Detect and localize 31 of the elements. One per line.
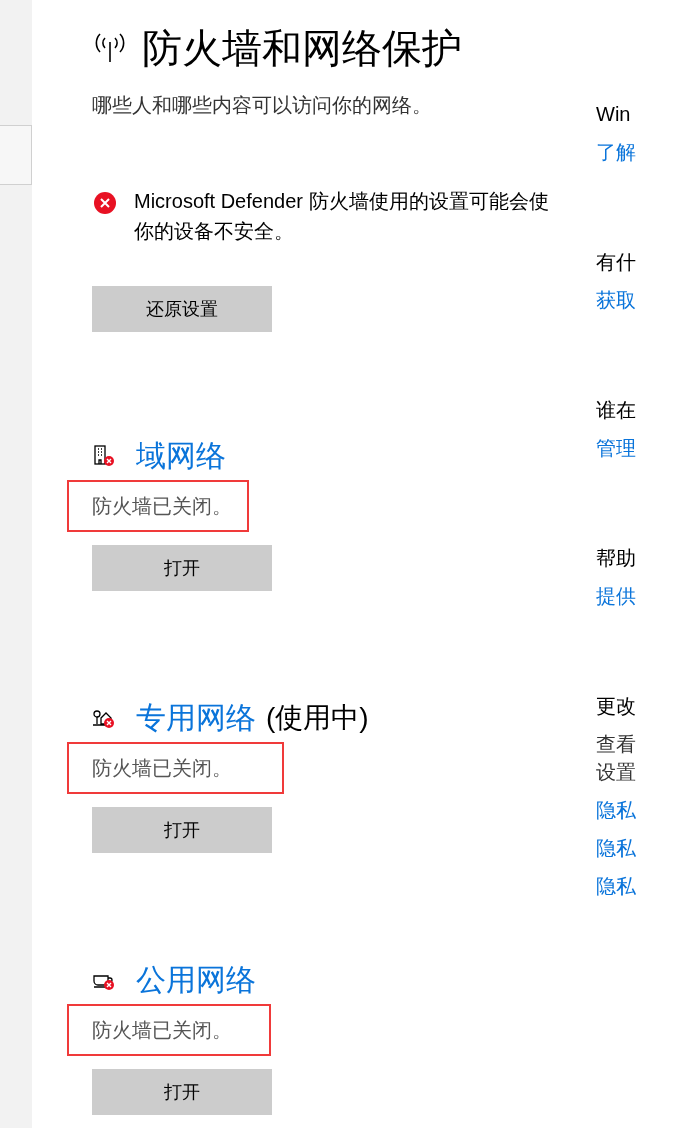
network-title[interactable]: 域网络 xyxy=(136,436,226,476)
firewall-status: 防火墙已关闭。 xyxy=(92,1018,232,1043)
side-link[interactable]: 隐私 xyxy=(596,796,696,824)
network-title[interactable]: 专用网络 xyxy=(136,698,256,738)
side-text: 查看 xyxy=(596,732,637,757)
network-status-suffix: (使用中) xyxy=(266,701,369,735)
side-heading: 有什 xyxy=(596,250,637,275)
side-heading: 谁在 xyxy=(596,398,637,423)
network-title[interactable]: 公用网络 xyxy=(136,960,256,1000)
side-heading: 帮助 xyxy=(596,546,637,571)
page-subtitle: 哪些人和哪些内容可以访问你的网络。 xyxy=(92,93,433,118)
sidebar-item[interactable] xyxy=(0,125,32,185)
network-icon xyxy=(92,444,116,468)
turn-on-button[interactable]: 打开 xyxy=(92,1069,272,1115)
side-link[interactable]: 获取 xyxy=(596,286,696,314)
side-link[interactable]: 隐私 xyxy=(596,872,696,900)
side-link[interactable]: 管理 xyxy=(596,434,696,462)
side-link[interactable]: 了解 xyxy=(596,138,696,166)
side-link[interactable]: 隐私 xyxy=(596,834,696,862)
side-heading: 更改 xyxy=(596,694,637,719)
page-title: 防火墙和网络保护 xyxy=(142,25,462,72)
turn-on-button[interactable]: 打开 xyxy=(92,545,272,591)
firewall-status: 防火墙已关闭。 xyxy=(92,494,232,519)
side-heading: Win xyxy=(596,102,632,127)
firewall-status: 防火墙已关闭。 xyxy=(92,756,232,781)
side-text: 设置 xyxy=(596,760,637,785)
turn-on-button[interactable]: 打开 xyxy=(92,807,272,853)
error-icon xyxy=(94,192,116,214)
alert-message: Microsoft Defender 防火墙使用的设置可能会使你的设备不安全。 xyxy=(134,189,550,244)
restore-button[interactable]: 还原设置 xyxy=(92,286,272,332)
side-link[interactable]: 提供 xyxy=(596,582,696,610)
